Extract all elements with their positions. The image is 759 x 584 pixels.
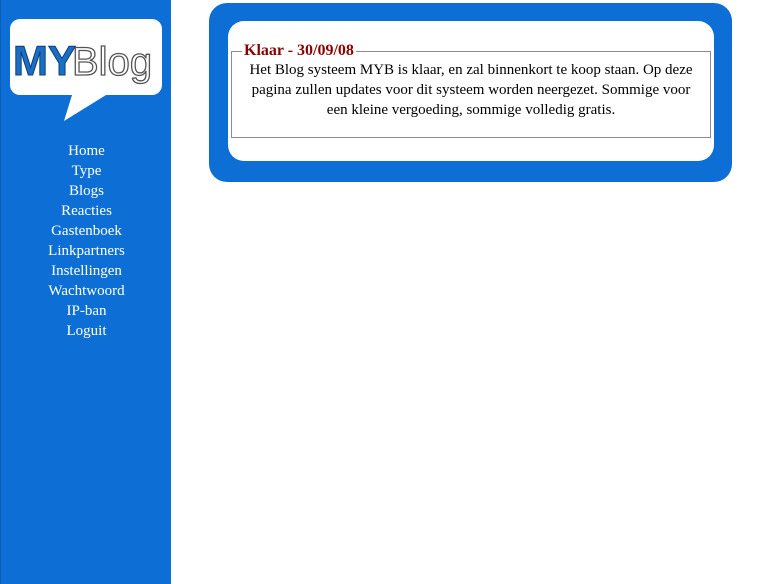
post-title: Klaar - 30/09/08 (244, 42, 354, 59)
sidebar: MY Blog Home Type Blogs Reacties Gastenb… (0, 0, 171, 584)
nav-item-instellingen: Instellingen (1, 261, 172, 281)
main-nav: Home Type Blogs Reacties Gastenboek Link… (1, 141, 172, 341)
nav-link-home[interactable]: Home (68, 143, 105, 159)
nav-link-linkpartners[interactable]: Linkpartners (48, 243, 125, 259)
nav-item-wachtwoord: Wachtwoord (1, 281, 172, 301)
post-body: Het Blog systeem MYB is klaar, en zal bi… (249, 62, 693, 118)
nav-item-gastenboek: Gastenboek (1, 221, 172, 241)
content-frame: Klaar - 30/09/08 Het Blog systeem MYB is… (209, 3, 732, 182)
nav-link-gastenboek[interactable]: Gastenboek (51, 223, 122, 239)
nav-item-loguit: Loguit (1, 321, 172, 341)
nav-link-blogs[interactable]: Blogs (69, 183, 104, 199)
nav-link-ip-ban[interactable]: IP-ban (67, 303, 107, 319)
logo-text-my: MY (13, 37, 76, 84)
nav-item-type: Type (1, 161, 172, 181)
news-post: Klaar - 30/09/08 Het Blog systeem MYB is… (231, 42, 711, 138)
logo-text-blog: Blog (72, 40, 152, 84)
nav-item-linkpartners: Linkpartners (1, 241, 172, 261)
nav-link-loguit[interactable]: Loguit (67, 323, 107, 339)
speech-bubble-logo-icon: MY Blog (10, 19, 162, 121)
nav-item-blogs: Blogs (1, 181, 172, 201)
nav-item-ip-ban: IP-ban (1, 301, 172, 321)
nav-link-wachtwoord[interactable]: Wachtwoord (48, 283, 124, 299)
site-logo[interactable]: MY Blog (10, 19, 162, 123)
content-panel: Klaar - 30/09/08 Het Blog systeem MYB is… (228, 21, 714, 161)
nav-link-type[interactable]: Type (72, 163, 102, 179)
nav-link-reacties[interactable]: Reacties (61, 203, 112, 219)
nav-link-instellingen[interactable]: Instellingen (51, 263, 122, 279)
nav-item-home: Home (1, 141, 172, 161)
nav-item-reacties: Reacties (1, 201, 172, 221)
